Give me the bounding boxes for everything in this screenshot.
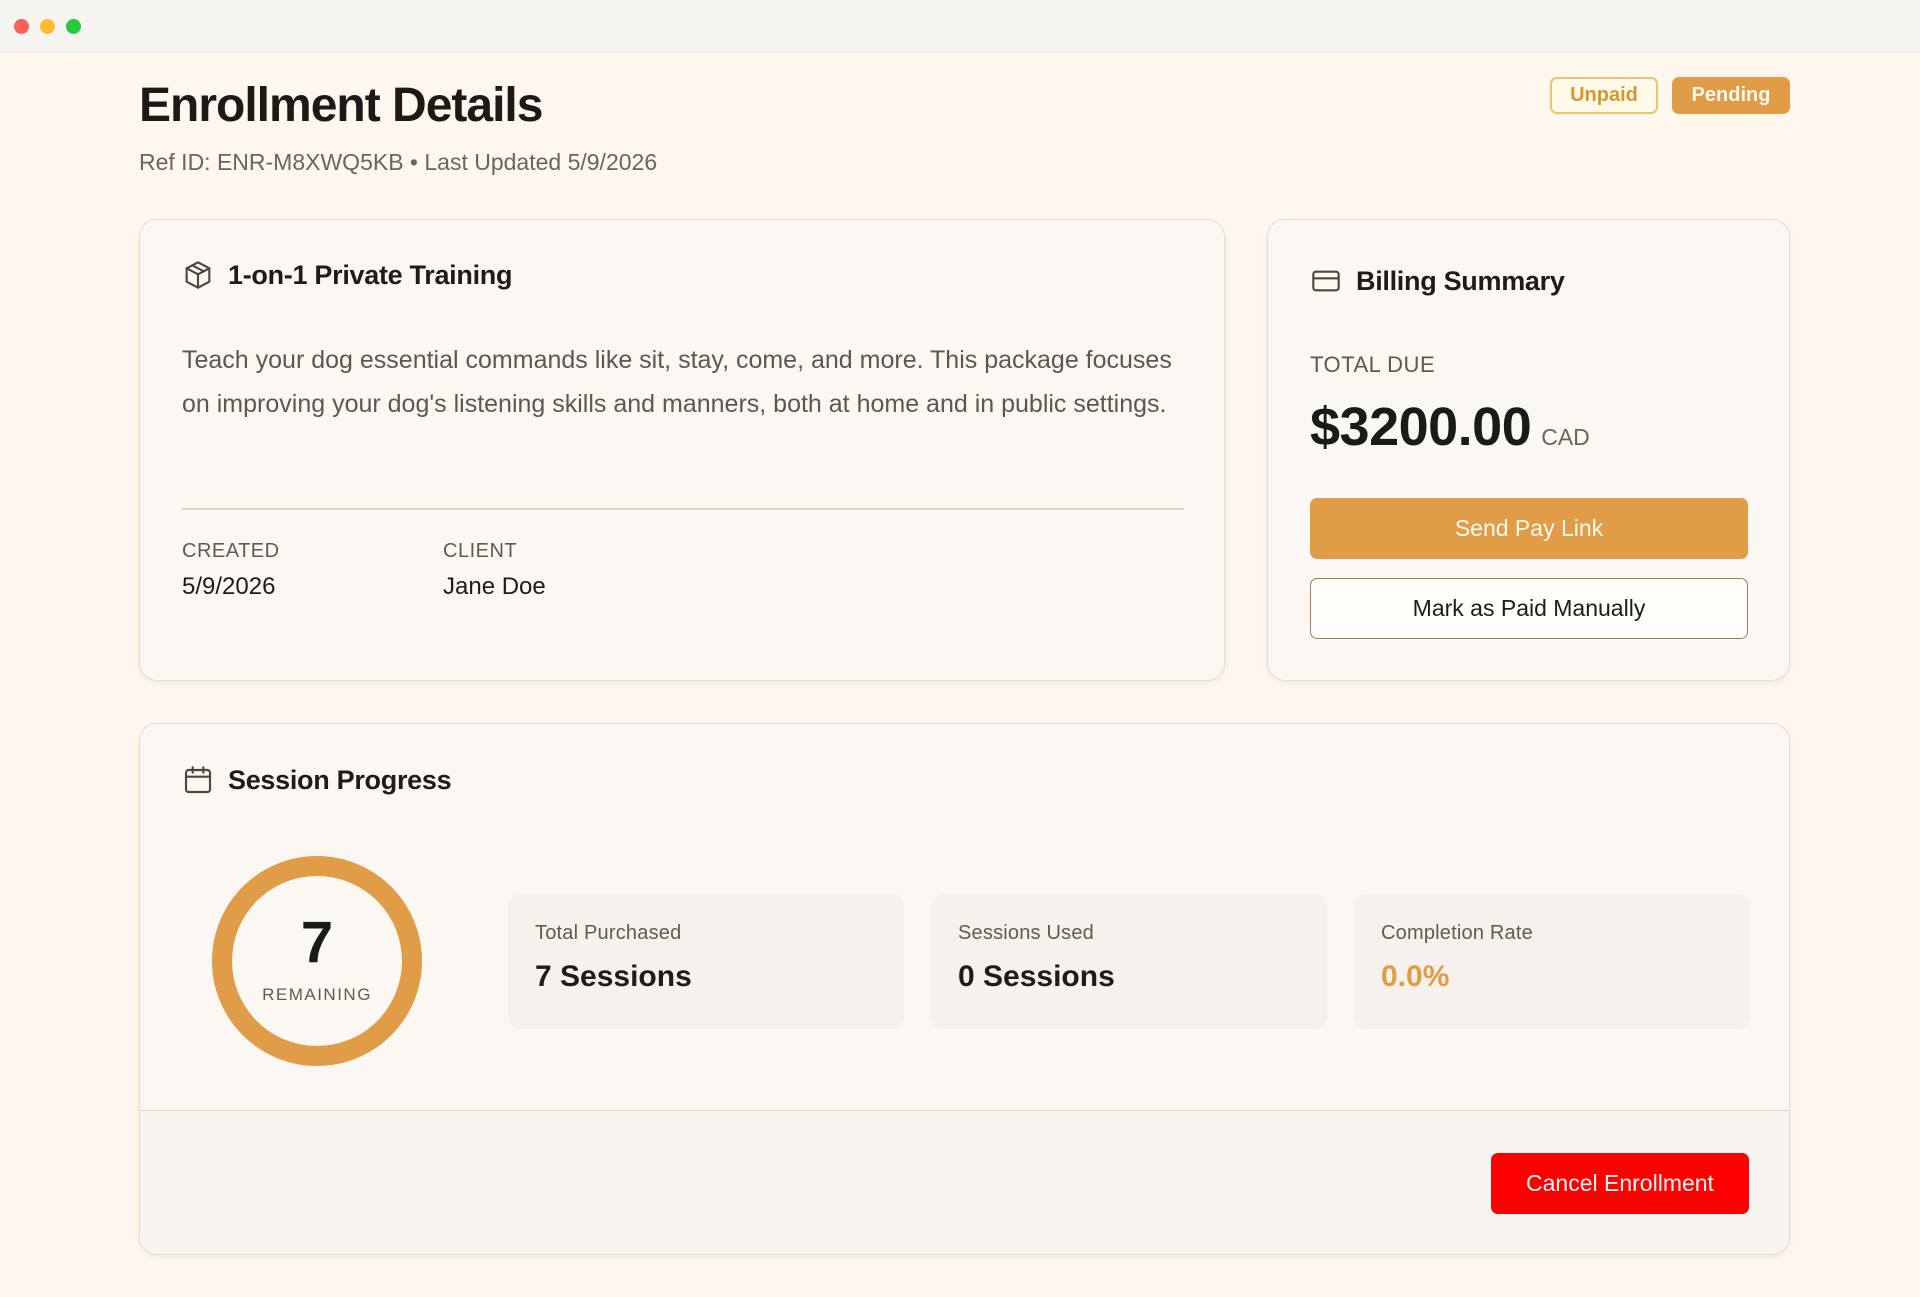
program-title: 1-on-1 Private Training [228,259,513,290]
stat-completion-rate: Completion Rate 0.0% [1354,894,1750,1029]
created-value: 5/9/2026 [182,573,276,600]
currency-code: CAD [1541,424,1590,450]
stat-total-purchased: Total Purchased 7 Sessions [508,894,904,1029]
program-card-header: 1-on-1 Private Training [182,259,512,291]
stat-value: 0 Sessions [958,960,1115,993]
total-due-amount-row: $3200.00 CAD [1310,396,1590,458]
window-maximize-button[interactable] [66,19,81,34]
session-card-header: Session Progress [182,764,452,796]
program-card: 1-on-1 Private Training Teach your dog e… [139,219,1225,681]
calendar-icon [182,764,214,796]
mark-as-paid-button[interactable]: Mark as Paid Manually [1310,578,1748,639]
stat-label: Completion Rate [1381,922,1533,944]
stat-label: Sessions Used [958,922,1094,944]
unpaid-status-badge: Unpaid [1550,77,1658,114]
billing-title: Billing Summary [1356,265,1565,296]
program-description: Teach your dog essential commands like s… [182,346,1172,418]
session-title: Session Progress [228,764,452,795]
window-titlebar [0,0,1920,53]
page-title: Enrollment Details [139,79,543,132]
created-label: CREATED [182,540,280,562]
stat-value: 7 Sessions [535,960,692,993]
window-close-button[interactable] [14,19,29,34]
cancel-enrollment-button[interactable]: Cancel Enrollment [1491,1153,1749,1214]
pending-status-badge: Pending [1672,77,1790,114]
billing-card-header: Billing Summary [1310,265,1565,297]
stat-label: Total Purchased [535,922,682,944]
total-due-label: TOTAL DUE [1310,352,1436,377]
remaining-label: REMAINING [262,985,372,1004]
program-divider [182,508,1184,510]
stat-sessions-used: Sessions Used 0 Sessions [931,894,1327,1029]
session-card-footer: Cancel Enrollment [140,1110,1789,1254]
client-value: Jane Doe [443,573,546,600]
send-pay-link-button[interactable]: Send Pay Link [1310,498,1748,559]
total-due-amount: $3200.00 [1310,397,1532,457]
session-progress-card: Session Progress 7 REMAINING Total Purch… [139,723,1790,1255]
credit-card-icon [1310,265,1342,297]
stat-value: 0.0% [1381,960,1450,993]
package-icon [182,259,214,291]
billing-summary-card: Billing Summary TOTAL DUE $3200.00 CAD S… [1267,219,1790,681]
page-subtitle: Ref ID: ENR-M8XWQ5KB • Last Updated 5/9/… [139,149,658,175]
window-minimize-button[interactable] [40,19,55,34]
remaining-count: 7 [300,910,334,975]
client-label: CLIENT [443,540,518,562]
